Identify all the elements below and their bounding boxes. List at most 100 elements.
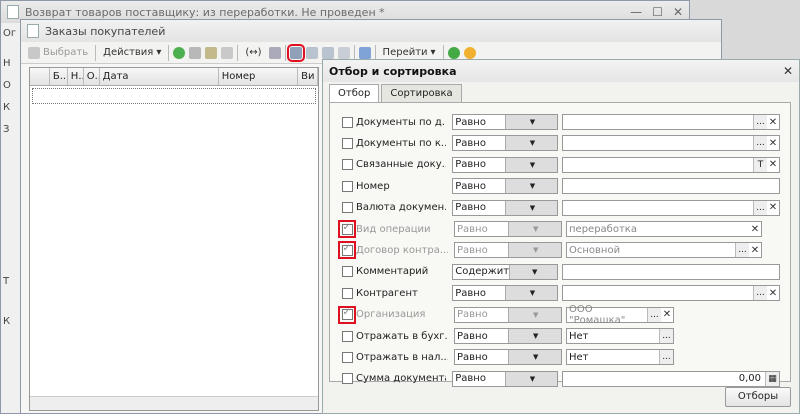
select-button[interactable]: ...	[753, 200, 767, 215]
filters-button[interactable]: Отборы	[725, 387, 791, 407]
horizontal-scrollbar[interactable]	[30, 396, 318, 410]
filter-value-field[interactable]: ... ✕	[562, 199, 780, 216]
select-button[interactable]: ...	[659, 350, 673, 365]
select-button[interactable]: ...	[753, 115, 767, 129]
filter-value-field[interactable]: 0,00 ▦	[562, 370, 780, 387]
filter-value-field[interactable]: ... ✕	[562, 135, 780, 152]
tab-sort[interactable]: Сортировка	[381, 84, 462, 102]
clear-icon[interactable]: ✕	[767, 201, 779, 215]
dropdown-arrow-icon[interactable]: ▼	[509, 264, 558, 279]
filter-checkbox[interactable]	[341, 373, 353, 385]
select-button[interactable]: ...	[753, 136, 767, 151]
column-header[interactable]	[30, 68, 50, 85]
dropdown-arrow-icon[interactable]: ▼	[507, 329, 561, 343]
copy-icon[interactable]	[189, 46, 202, 59]
maximize-icon[interactable]: ☐	[652, 5, 663, 19]
select-button[interactable]: ...	[647, 307, 661, 322]
dropdown-arrow-icon[interactable]: ▼	[504, 136, 558, 151]
column-header[interactable]: Н...	[68, 68, 84, 85]
calculator-icon[interactable]: ▦	[765, 371, 779, 386]
help-icon[interactable]	[463, 46, 476, 59]
dropdown-arrow-icon[interactable]: ▼	[507, 307, 561, 322]
dropdown-arrow-icon[interactable]: ▼	[504, 200, 558, 215]
filter-checkbox[interactable]	[341, 330, 353, 342]
filter-checkbox[interactable]	[341, 202, 353, 214]
structure-icon[interactable]	[358, 46, 371, 59]
clear-icon[interactable]: ✕	[749, 222, 761, 236]
type-select-icon[interactable]: T	[753, 157, 767, 172]
comparison-select[interactable]: Равно ▼	[452, 285, 559, 302]
comparison-select[interactable]: Равно ▼	[452, 178, 559, 195]
clear-icon[interactable]: ✕	[749, 243, 761, 257]
filter-value-field[interactable]: Нет...	[566, 349, 674, 366]
comparison-select[interactable]: Равно ▼	[452, 370, 559, 387]
clear-filter-icon[interactable]	[337, 46, 350, 59]
delete-mark-icon[interactable]	[221, 46, 234, 59]
filter-value-field[interactable]: Основной... ✕	[566, 242, 762, 259]
filter-checkbox[interactable]	[341, 159, 353, 171]
filter-sort-icon[interactable]	[286, 43, 305, 62]
filter-checkbox[interactable]	[341, 180, 353, 192]
filter-value-field[interactable]: ООО "Ромашка"... ✕	[566, 304, 674, 326]
refresh-icon[interactable]	[447, 46, 460, 59]
filter-value-field[interactable]: ... ✕	[562, 114, 780, 130]
comparison-select[interactable]: Содержит ▼	[452, 263, 559, 280]
dropdown-arrow-icon[interactable]: ▼	[504, 371, 558, 386]
filter-checkbox[interactable]	[341, 116, 353, 128]
filter-value-field[interactable]	[562, 178, 780, 195]
filter-checkbox[interactable]	[341, 287, 353, 299]
dropdown-arrow-icon[interactable]: ▼	[507, 243, 561, 258]
clear-icon[interactable]: ✕	[661, 308, 673, 322]
filter-checkbox[interactable]	[341, 222, 353, 235]
select-button[interactable]: Выбрать	[25, 44, 91, 62]
column-header[interactable]: Б...	[50, 68, 68, 85]
table-row[interactable]	[32, 88, 316, 104]
comparison-select[interactable]: Равно ▼	[452, 199, 559, 216]
filter-value-field[interactable]: ... ✕	[562, 285, 780, 302]
comparison-select[interactable]: Равно ▼	[454, 328, 562, 344]
clear-icon[interactable]: ✕	[767, 115, 779, 129]
dropdown-arrow-icon[interactable]: ▼	[504, 157, 558, 172]
dropdown-arrow-icon[interactable]: ▼	[504, 179, 558, 194]
filter-value-field[interactable]: Нет...	[566, 328, 674, 344]
comparison-select[interactable]: Равно ▼	[454, 306, 562, 323]
orders-table[interactable]: Б... Н... О... Дата Номер Ви	[29, 67, 319, 411]
minimize-icon[interactable]: —	[630, 5, 642, 19]
actions-menu-button[interactable]: Действия ▾	[100, 44, 164, 62]
filter-by-value-icon[interactable]	[305, 46, 318, 59]
comparison-select[interactable]: Равно ▼	[452, 135, 559, 152]
comparison-select[interactable]: Равно ▼	[454, 221, 562, 237]
edit-icon[interactable]	[205, 46, 218, 59]
tab-filter[interactable]: Отбор	[329, 84, 380, 103]
dropdown-arrow-icon[interactable]: ▼	[504, 115, 558, 129]
filter-value-field[interactable]: переработка ✕	[566, 221, 762, 237]
column-header[interactable]: Дата	[100, 68, 219, 85]
search-icon[interactable]	[268, 46, 281, 59]
filter-value-field[interactable]	[562, 263, 780, 280]
filter-checkbox[interactable]	[341, 307, 353, 321]
filter-checkbox[interactable]	[341, 243, 353, 256]
clear-icon[interactable]: ✕	[767, 136, 779, 150]
filter-value-field[interactable]: T ✕	[562, 156, 780, 173]
interval-icon[interactable]: (↔)	[242, 44, 264, 62]
column-header[interactable]: О...	[84, 68, 100, 85]
column-header[interactable]: Номер	[219, 68, 299, 85]
clear-icon[interactable]: ✕	[767, 286, 779, 300]
close-icon[interactable]: ✕	[673, 5, 683, 19]
select-button[interactable]: ...	[753, 286, 767, 301]
dropdown-arrow-icon[interactable]: ▼	[507, 222, 561, 236]
filter-checkbox[interactable]	[341, 351, 353, 363]
filter-checkbox[interactable]	[341, 266, 353, 278]
comparison-select[interactable]: Равно ▼	[452, 114, 559, 130]
dropdown-arrow-icon[interactable]: ▼	[507, 350, 561, 365]
clear-icon[interactable]: ✕	[767, 158, 779, 172]
comparison-select[interactable]: Равно ▼	[454, 349, 562, 366]
comparison-select[interactable]: Равно ▼	[452, 156, 559, 173]
dropdown-arrow-icon[interactable]: ▼	[504, 286, 558, 301]
select-button[interactable]: ...	[659, 329, 673, 343]
close-icon[interactable]: ✕	[783, 64, 793, 78]
comparison-select[interactable]: Равно ▼	[454, 242, 562, 259]
select-button[interactable]: ...	[735, 243, 749, 258]
filter-history-icon[interactable]	[321, 46, 334, 59]
add-icon[interactable]	[173, 46, 186, 59]
